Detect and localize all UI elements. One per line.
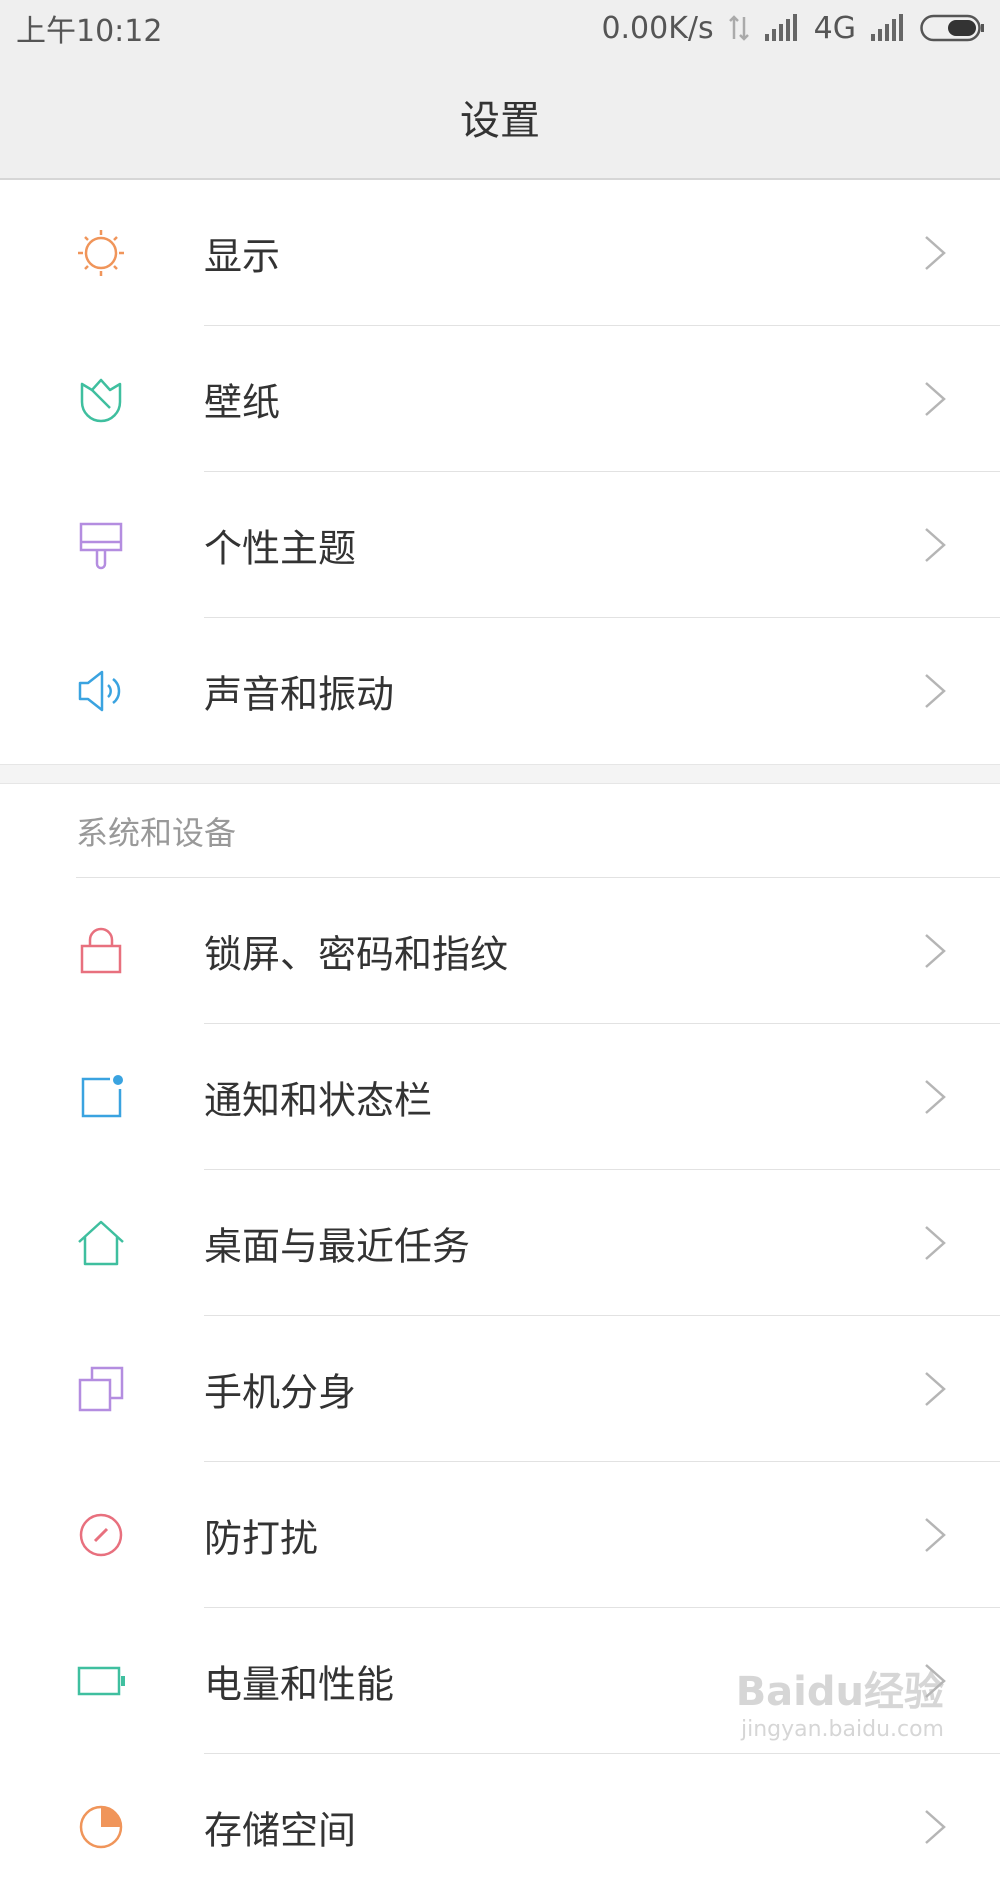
- settings-item-label: 存储空间: [204, 1800, 356, 1855]
- title-bar: 设置: [0, 56, 1000, 180]
- settings-item-label: 电量和性能: [204, 1654, 394, 1709]
- settings-item-label: 显示: [204, 226, 280, 281]
- settings-item-notifications[interactable]: 通知和状态栏: [0, 1024, 1000, 1170]
- data-transfer-icon: [728, 13, 750, 43]
- settings-item-label: 防打扰: [204, 1508, 318, 1563]
- section-header-system: 系统和设备: [0, 784, 1000, 878]
- status-indicators: 0.00K/s 4G: [601, 11, 986, 46]
- chevron-right-icon: [922, 1077, 948, 1117]
- settings-item-label: 声音和振动: [204, 664, 394, 719]
- settings-item-label: 手机分身: [204, 1362, 356, 1417]
- chevron-right-icon: [922, 233, 948, 273]
- settings-item-label: 锁屏、密码和指纹: [204, 924, 508, 979]
- status-bar: 上午10:12 0.00K/s 4G: [0, 0, 1000, 56]
- settings-item-label: 个性主题: [204, 518, 356, 573]
- settings-item-label: 壁纸: [204, 372, 280, 427]
- settings-item-home-screen[interactable]: 桌面与最近任务: [0, 1170, 1000, 1316]
- settings-item-do-not-disturb[interactable]: 防打扰: [0, 1462, 1000, 1608]
- settings-item-wallpaper[interactable]: 壁纸: [0, 326, 1000, 472]
- chevron-right-icon: [922, 671, 948, 711]
- battery-icon: [76, 1656, 126, 1706]
- network-speed: 0.00K/s: [601, 11, 713, 46]
- settings-list: 显示 壁纸 个性主题 声音和振动 系统和设备: [0, 180, 1000, 1900]
- dual-copy-icon: [76, 1364, 126, 1414]
- do-not-disturb-icon: [76, 1510, 126, 1560]
- settings-item-label: 桌面与最近任务: [204, 1216, 470, 1271]
- chevron-right-icon: [922, 379, 948, 419]
- chevron-right-icon: [922, 1369, 948, 1409]
- settings-item-display[interactable]: 显示: [0, 180, 1000, 326]
- status-time: 上午10:12: [16, 6, 162, 50]
- chevron-right-icon: [922, 931, 948, 971]
- battery-status-icon: [920, 14, 986, 42]
- watermark-sub: jingyan.baidu.com: [736, 1717, 944, 1742]
- section-gap: [0, 764, 1000, 784]
- settings-item-label: 通知和状态栏: [204, 1070, 432, 1125]
- chevron-right-icon: [922, 1223, 948, 1263]
- section-label: 系统和设备: [76, 808, 236, 854]
- speaker-icon: [76, 666, 126, 716]
- watermark: Baidu经验 jingyan.baidu.com: [736, 1659, 944, 1742]
- home-icon: [76, 1218, 126, 1268]
- paint-brush-icon: [76, 520, 126, 570]
- chevron-right-icon: [922, 1807, 948, 1847]
- settings-item-second-space[interactable]: 手机分身: [0, 1316, 1000, 1462]
- settings-item-themes[interactable]: 个性主题: [0, 472, 1000, 618]
- sun-icon: [76, 228, 126, 278]
- settings-item-sound[interactable]: 声音和振动: [0, 618, 1000, 764]
- signal-icon-1: [764, 14, 800, 42]
- chevron-right-icon: [922, 525, 948, 565]
- page-title: 设置: [460, 88, 540, 146]
- notification-icon: [76, 1072, 126, 1122]
- settings-item-lock-screen[interactable]: 锁屏、密码和指纹: [0, 878, 1000, 1024]
- lock-icon: [76, 926, 126, 976]
- chevron-right-icon: [922, 1515, 948, 1555]
- tulip-icon: [76, 374, 126, 424]
- signal-icon-2: [870, 14, 906, 42]
- storage-icon: [76, 1802, 126, 1852]
- watermark-main: Baidu经验: [736, 1659, 944, 1717]
- network-type: 4G: [814, 11, 856, 46]
- settings-item-storage[interactable]: 存储空间: [0, 1754, 1000, 1900]
